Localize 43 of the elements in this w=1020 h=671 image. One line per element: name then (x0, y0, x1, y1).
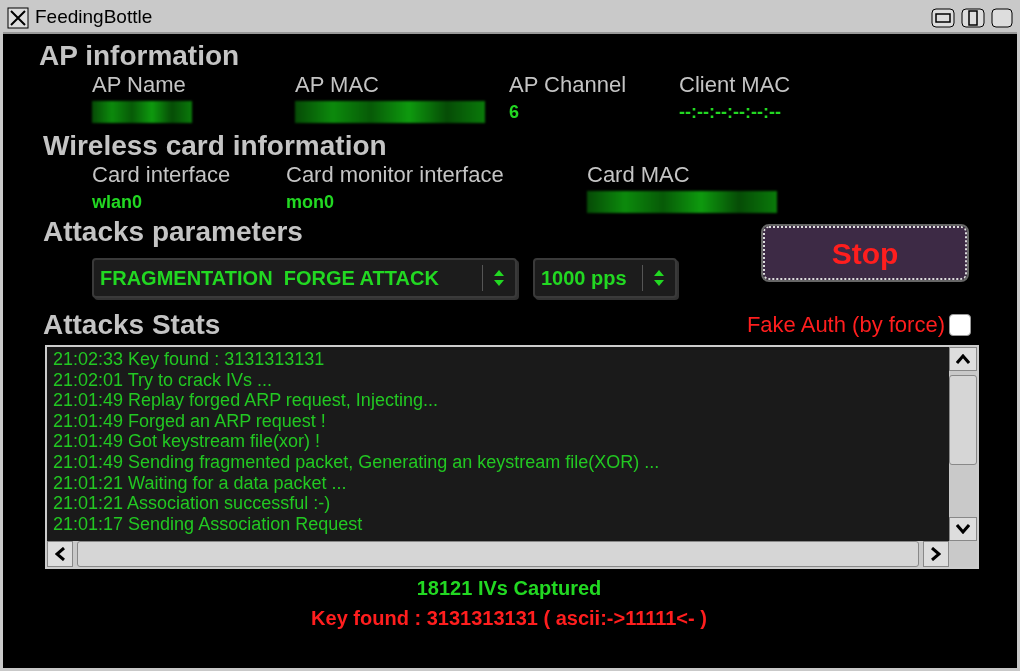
field-value: wlan0 (92, 191, 144, 214)
scroll-up-button[interactable] (949, 347, 977, 371)
close-icon[interactable] (7, 6, 29, 29)
field-label: Client MAC (679, 72, 792, 98)
log-line: 21:01:49 Replay forged ARP request, Injecting... (53, 390, 439, 411)
field-label: AP MAC (295, 72, 380, 98)
field-label: Card monitor interface (286, 162, 505, 188)
log-line: 21:01:21 Association successful :-) (53, 493, 332, 514)
key-found-text: Key found : 3131313131 ( ascii:->11111<- ) (310, 606, 708, 631)
field-value: --:--:--:--:--:-- (679, 101, 782, 124)
fake-auth-checkbox[interactable] (949, 313, 971, 336)
minimize-icon[interactable] (931, 6, 955, 29)
scroll-left-button[interactable] (47, 541, 73, 567)
attack-type-dropdown[interactable]: FRAGMENTATION FORGE ATTACK (92, 258, 517, 298)
field-label: AP Name (92, 72, 187, 98)
field-value: 6 (509, 101, 520, 124)
section-heading: Attacks Stats (43, 308, 221, 341)
log-line: 21:01:17 Sending Association Request (53, 513, 364, 535)
field-label: Card MAC (587, 162, 691, 188)
log-line: 21:01:49 Sending fragmented packet, Generating an keystream file(XOR) ... (53, 451, 661, 473)
rate-dropdown[interactable]: 1000 pps (533, 258, 677, 298)
window-control-icon[interactable] (991, 6, 1013, 29)
log-line: 21:01:49 Got keystream file(xor) ! (53, 431, 322, 452)
log-line: 21:01:21 Waiting for a data packet ... (53, 472, 348, 494)
section-heading: Wireless card information (43, 130, 388, 162)
section-heading: AP information (39, 40, 241, 72)
ivs-captured-text: 18121 IVs Captured (415, 576, 603, 601)
maximize-icon[interactable] (961, 6, 985, 29)
log-line: 21:01:49 Forged an ARP request ! (53, 410, 327, 432)
checkbox-label: Fake Auth (by force) (746, 311, 945, 339)
window-title: FeedingBottle (35, 5, 153, 30)
horizontal-scrollbar-thumb[interactable] (77, 541, 919, 567)
field-label: Card interface (92, 162, 232, 188)
scroll-right-button[interactable] (923, 541, 949, 567)
field-label: AP Channel (509, 72, 627, 98)
vertical-scrollbar-thumb[interactable] (949, 375, 977, 465)
spinner-icon (653, 268, 665, 288)
log-line: 21:02:01 Try to crack IVs ... (53, 369, 274, 391)
log-line: 21:02:33 Key found : 3131313131 (53, 349, 326, 370)
scroll-down-button[interactable] (949, 517, 977, 541)
field-value: mon0 (286, 191, 335, 214)
spinner-icon (493, 268, 505, 288)
section-heading: Attacks parameters (43, 216, 304, 248)
